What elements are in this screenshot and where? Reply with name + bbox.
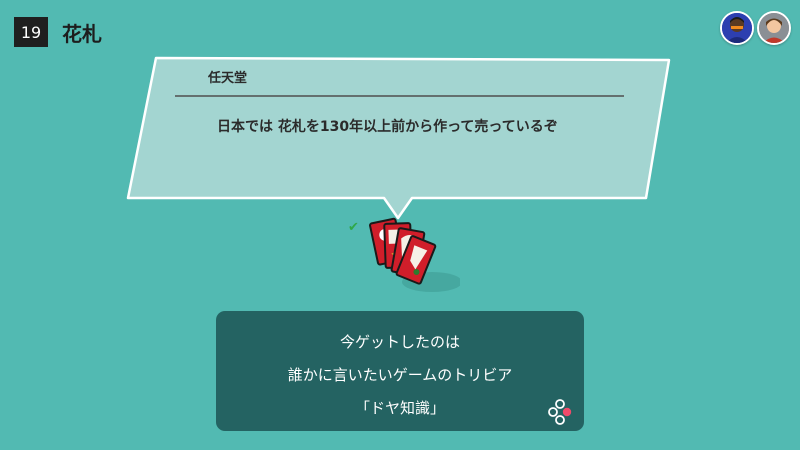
controller-buttons-icon[interactable] — [547, 399, 579, 425]
speaker-name: 任天堂 — [208, 71, 248, 86]
hanafuda-cards-illustration — [369, 217, 460, 292]
speech-text: 日本では 花札を130年以上前から作って売っているぞ — [217, 119, 558, 135]
dialog-line-2: 誰かに言いたいゲームのトリビア — [287, 366, 513, 384]
dialog-line-3: 「ドヤ知識」 — [354, 399, 445, 417]
message-dialog[interactable]: 今ゲットしたのは 誰かに言いたいゲームのトリビア 「ドヤ知識」 — [216, 311, 584, 431]
dialog-line-1: 今ゲットしたのは — [339, 333, 460, 351]
